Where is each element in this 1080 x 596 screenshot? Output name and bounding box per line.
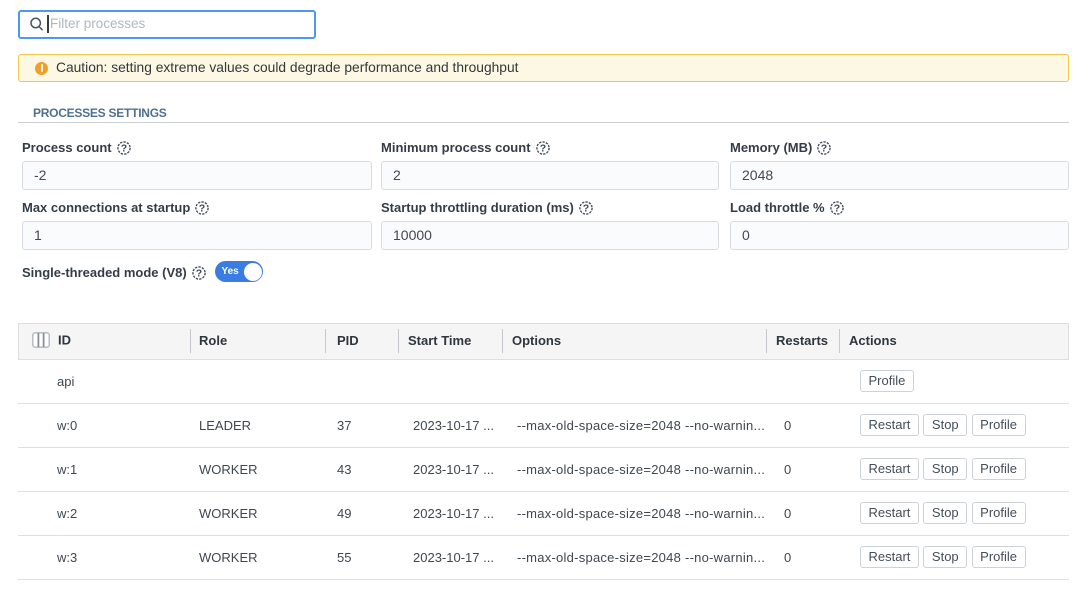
svg-text:?: ? [539,143,545,155]
svg-text:?: ? [583,203,589,215]
svg-text:?: ? [833,203,839,215]
svg-text:?: ? [120,143,126,155]
svg-text:?: ? [821,143,827,155]
svg-text:?: ? [195,268,201,280]
svg-text:?: ? [199,203,205,215]
